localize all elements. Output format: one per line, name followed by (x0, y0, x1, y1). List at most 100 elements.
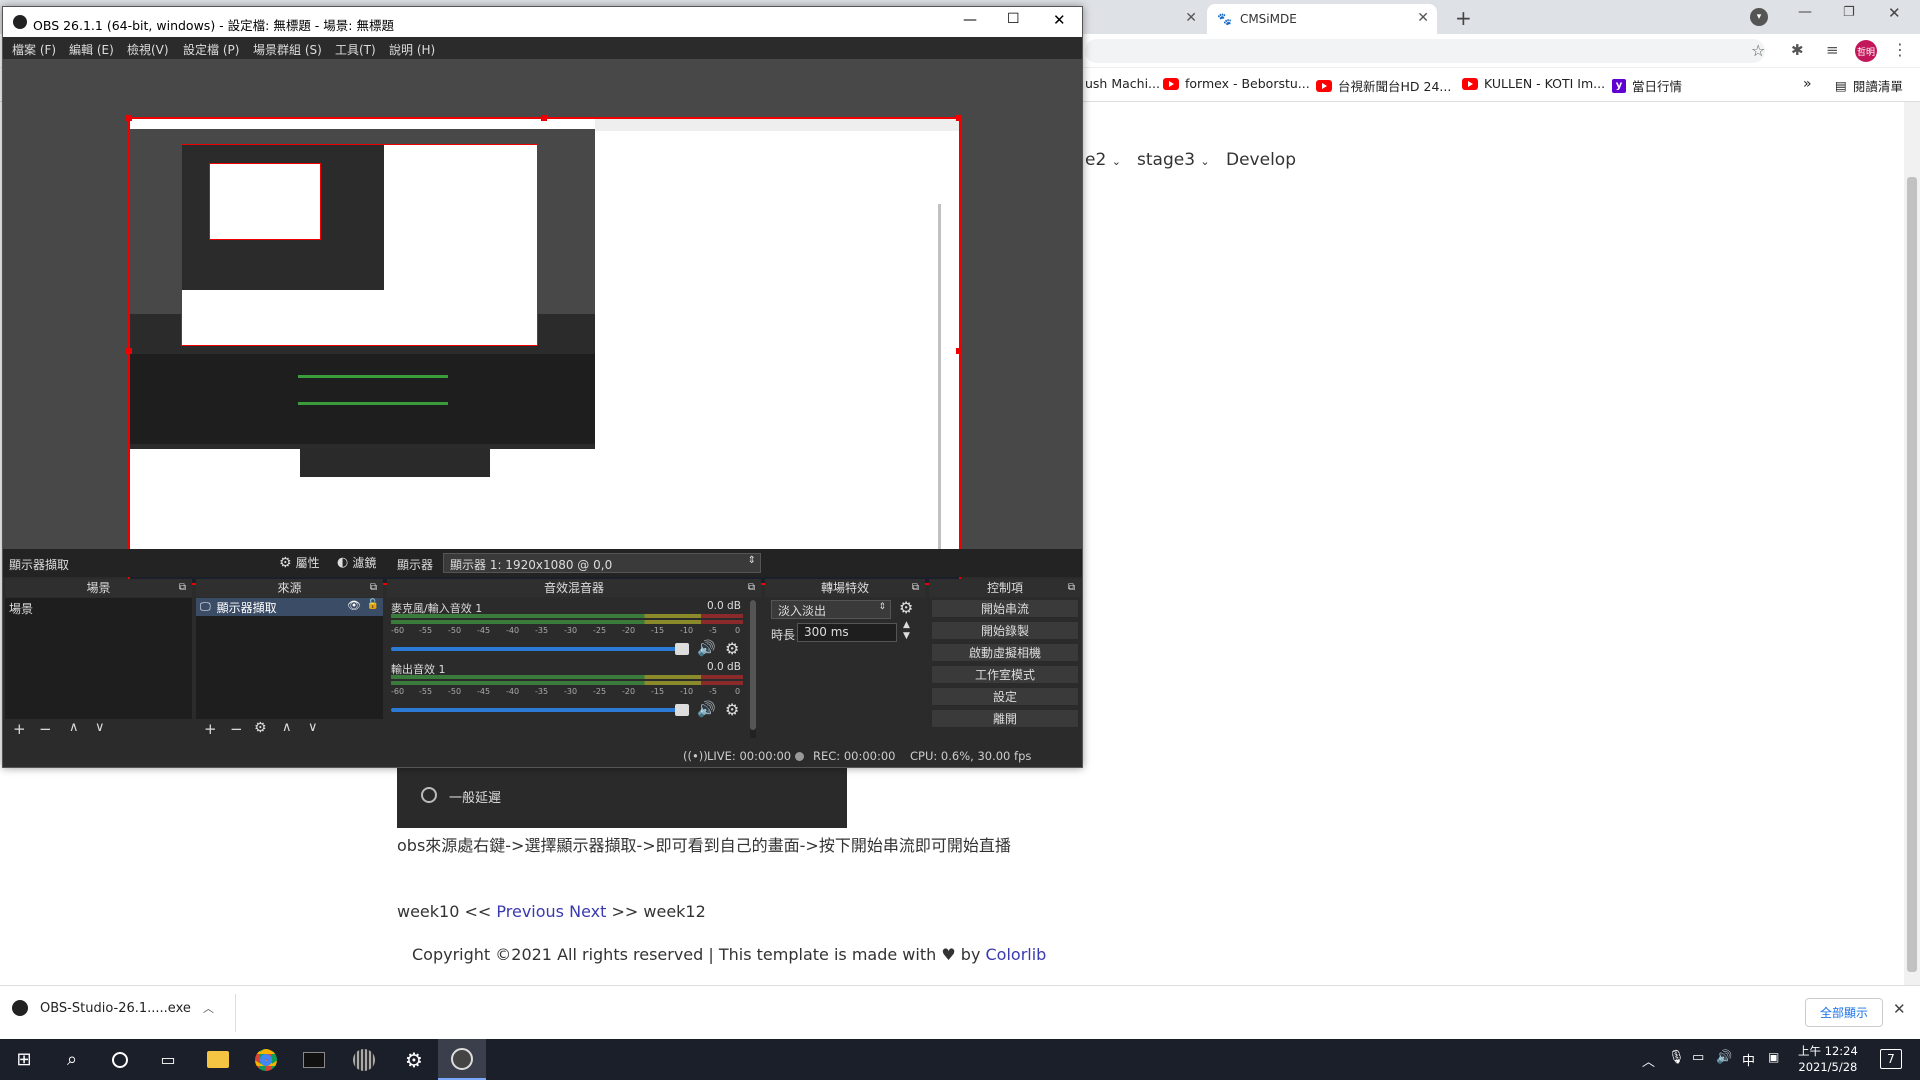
settings-button[interactable]: 設定 (931, 687, 1079, 706)
menu-edit[interactable]: 編輯 (E) (69, 41, 114, 58)
bookmark-item[interactable]: formex - Beborstu... (1163, 76, 1310, 91)
lock-icon[interactable]: 🔓 (367, 599, 379, 610)
volume-slider-handle[interactable] (675, 704, 689, 716)
clock[interactable]: 上午 12:24 2021/5/28 (1798, 1043, 1858, 1075)
undock-icon[interactable]: ⧉ (1068, 579, 1075, 597)
more-menu-icon[interactable]: ⋮ (1892, 40, 1908, 59)
mixer-scrollbar[interactable] (750, 600, 756, 738)
new-tab-button[interactable]: + (1455, 6, 1472, 30)
notification-center-icon[interactable]: 7 (1880, 1049, 1902, 1069)
menu-tools[interactable]: 工具(T) (335, 41, 376, 58)
menu-help[interactable]: 說明 (H) (389, 41, 435, 58)
close-tab-icon[interactable]: ✕ (1417, 10, 1429, 26)
obs-title-bar[interactable]: OBS 26.1.1 (64-bit, windows) - 設定檔: 無標題 … (3, 7, 1082, 37)
bookmark-item[interactable]: y 當日行情 (1612, 76, 1682, 95)
properties-button[interactable]: ⚙ 屬性 (279, 554, 320, 571)
scrollbar-thumb[interactable] (1907, 177, 1917, 972)
menu-file[interactable]: 檔案 (F) (12, 41, 56, 58)
spin-down-icon[interactable]: ▼ (903, 631, 910, 641)
cortana-icon[interactable] (96, 1039, 144, 1080)
undock-icon[interactable]: ⧉ (179, 579, 186, 597)
start-recording-button[interactable]: 開始錄製 (931, 621, 1079, 640)
gear-icon[interactable]: ⚙ (725, 700, 739, 719)
close-window-icon[interactable]: ✕ (1888, 4, 1901, 22)
app-icon[interactable] (340, 1039, 388, 1080)
resize-handle[interactable] (956, 348, 962, 354)
windows-start-icon[interactable]: ⊞ (0, 1039, 48, 1080)
colorlib-link[interactable]: Colorlib (986, 945, 1047, 964)
browser-tab[interactable]: ✕ (1085, 4, 1205, 34)
remove-icon[interactable]: − (39, 720, 52, 738)
close-window-icon[interactable]: ✕ (1053, 11, 1066, 29)
speaker-icon[interactable]: 🔊 (697, 700, 716, 718)
media-control-icon[interactable]: ≡ (1826, 41, 1839, 59)
volume-slider-handle[interactable] (675, 643, 689, 655)
undock-icon[interactable]: ⧉ (912, 579, 919, 597)
tray-chevron-icon[interactable]: ︿ (1642, 1051, 1655, 1070)
add-icon[interactable]: + (13, 720, 26, 738)
filters-button[interactable]: ◐ 濾鏡 (337, 554, 376, 571)
maximize-icon[interactable]: ☐ (1007, 11, 1020, 27)
move-down-icon[interactable]: ∨ (95, 720, 105, 735)
eye-icon[interactable]: 👁 (347, 599, 361, 612)
move-up-icon[interactable]: ∧ (282, 720, 292, 735)
undock-icon[interactable]: ⧉ (748, 579, 755, 597)
menu-profile[interactable]: 設定檔 (P) (183, 41, 239, 58)
file-explorer-icon[interactable] (194, 1039, 242, 1080)
ime-mode-icon[interactable]: ▣ (1768, 1050, 1779, 1064)
volume-slider[interactable] (391, 647, 686, 651)
add-icon[interactable]: + (204, 720, 217, 738)
resize-handle[interactable] (956, 115, 962, 121)
source-item[interactable]: 🖵 顯示器擷取 👁 🔓 (196, 598, 383, 616)
volume-slider[interactable] (391, 708, 686, 712)
bookmark-star-icon[interactable]: ☆ (1751, 41, 1765, 60)
browser-tab-active[interactable]: 🐾 CMSiMDE ✕ (1207, 4, 1437, 34)
extensions-icon[interactable]: ✱ (1791, 41, 1804, 59)
previous-link[interactable]: Previous (496, 902, 564, 921)
menu-scene-collection[interactable]: 場景群組 (S) (253, 41, 322, 58)
bookmark-item[interactable]: KULLEN - KOTI Im... (1462, 76, 1605, 91)
start-virtual-camera-button[interactable]: 啟動虛擬相機 (931, 643, 1079, 662)
resize-handle[interactable] (126, 348, 132, 354)
chrome-icon[interactable] (242, 1039, 290, 1080)
show-all-button[interactable]: 全部顯示 (1805, 998, 1884, 1027)
terminal-icon[interactable] (290, 1039, 338, 1080)
task-view-icon[interactable]: ▭ (144, 1039, 192, 1080)
scene-item[interactable]: 場景 (5, 598, 192, 619)
start-streaming-button[interactable]: 開始串流 (931, 599, 1079, 618)
network-icon[interactable]: ▭ (1692, 1050, 1704, 1065)
close-downloads-icon[interactable]: ✕ (1893, 1000, 1906, 1018)
gear-icon[interactable]: ⚙ (899, 598, 913, 617)
next-link[interactable]: Next (569, 902, 606, 921)
minimize-icon[interactable]: — (963, 12, 977, 28)
obs-taskbar-icon[interactable] (438, 1039, 486, 1080)
speaker-icon[interactable]: 🔊 (697, 639, 716, 657)
bookmark-item[interactable]: ush Machi... (1085, 76, 1160, 91)
download-item[interactable]: OBS-Studio-26.1.....exe ︿ (12, 1000, 214, 1016)
nav-item-develop[interactable]: Develop (1226, 150, 1296, 170)
nav-item-stage2[interactable]: e2 ⌄ (1085, 150, 1121, 170)
gear-icon[interactable]: ⚙ (725, 639, 739, 658)
profile-avatar[interactable]: 哲明 (1855, 40, 1877, 62)
ime-indicator[interactable]: 中 (1742, 1050, 1755, 1069)
studio-mode-button[interactable]: 工作室模式 (931, 665, 1079, 684)
nav-item-stage3[interactable]: stage3 ⌄ (1137, 150, 1210, 170)
move-up-icon[interactable]: ∧ (69, 720, 79, 735)
bookmarks-overflow-button[interactable]: » (1803, 76, 1812, 92)
obs-preview[interactable] (3, 59, 1082, 586)
duration-input[interactable]: 300 ms (797, 623, 897, 642)
preview-canvas[interactable] (126, 115, 962, 586)
restore-icon[interactable]: ❐ (1843, 5, 1855, 20)
page-scrollbar[interactable] (1904, 102, 1920, 985)
settings-gear-icon[interactable]: ⚙ (390, 1039, 438, 1080)
spin-up-icon[interactable]: ▲ (903, 620, 910, 630)
search-icon[interactable]: ⌕ (48, 1039, 96, 1080)
close-tab-icon[interactable]: ✕ (1185, 10, 1197, 26)
bookmark-item[interactable]: 台視新聞台HD 24... (1316, 76, 1451, 95)
remove-icon[interactable]: − (230, 720, 243, 738)
gear-icon[interactable]: ⚙ (254, 720, 267, 736)
chevron-up-icon[interactable]: ︿ (203, 1000, 214, 1016)
tab-search-icon[interactable]: ▾ (1750, 8, 1768, 26)
resize-handle[interactable] (126, 115, 132, 121)
exit-button[interactable]: 離開 (931, 709, 1079, 728)
